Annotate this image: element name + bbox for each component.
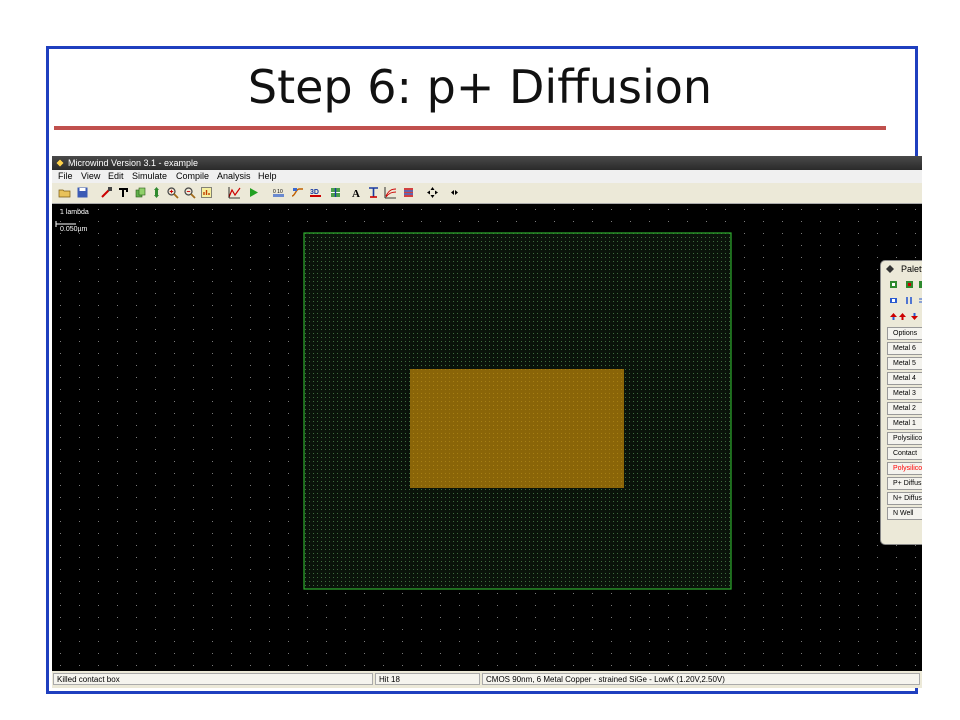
menu-simulate[interactable]: Simulate	[132, 170, 167, 183]
palette-layer-metal6[interactable]: Metal 6	[887, 342, 922, 355]
copy-icon[interactable]	[134, 186, 147, 199]
palette-up-icon[interactable]	[889, 312, 898, 321]
menu-compile[interactable]: Compile	[176, 170, 209, 183]
zoom-out-icon[interactable]	[183, 186, 196, 199]
draw-box-icon[interactable]	[100, 186, 113, 199]
3d-view-icon[interactable]: 3D	[309, 186, 322, 199]
palette-contact-icon[interactable]	[905, 280, 914, 289]
status-message: Killed contact box	[53, 673, 373, 685]
menu-analysis[interactable]: Analysis	[217, 170, 251, 183]
cross-section-icon[interactable]	[329, 186, 342, 199]
zoom-in-icon[interactable]	[166, 186, 179, 199]
palette-layer-options[interactable]: Options	[887, 327, 922, 340]
svg-text:A: A	[352, 188, 360, 199]
save-icon[interactable]	[76, 186, 89, 199]
p-diffusion-texture	[410, 369, 624, 488]
mos-characteristics-icon[interactable]	[384, 186, 397, 199]
menu-file[interactable]: File	[58, 170, 73, 183]
palette-wire-icon[interactable]	[918, 296, 922, 305]
palette-layer-metal5[interactable]: Metal 5	[887, 357, 922, 370]
scale-micron-label: 0.050µm	[60, 226, 88, 233]
palette-via-icon[interactable]	[918, 280, 922, 289]
palette-app-icon	[886, 265, 894, 273]
design-rule-check-icon[interactable]	[402, 186, 415, 199]
layout-canvas[interactable]: 1 lambda 0.050µm Palett Options Metal 6 …	[52, 204, 922, 671]
menu-view[interactable]: View	[81, 170, 100, 183]
palette-mos-icon[interactable]	[889, 280, 898, 289]
status-technology: CMOS 90nm, 6 Metal Copper - strained SiG…	[482, 673, 920, 685]
palette-layer-metal4[interactable]: Metal 4	[887, 372, 922, 385]
menu-edit[interactable]: Edit	[108, 170, 124, 183]
palette-header: Palett	[881, 261, 922, 277]
palette-layer-p-diffusion[interactable]: P+ Diffus	[887, 477, 922, 490]
view-all-icon[interactable]	[200, 186, 213, 199]
process-simulator-icon[interactable]	[291, 186, 304, 199]
palette-layer-polysilicon-selected[interactable]: Polysilico	[887, 462, 922, 475]
text-label-icon[interactable]: A	[350, 186, 363, 199]
compile-icon[interactable]: 0 10	[272, 186, 285, 199]
palette-layer-n-diffusion[interactable]: N+ Diffus	[887, 492, 922, 505]
menu-help[interactable]: Help	[258, 170, 277, 183]
palette-layer-contact[interactable]: Contact	[887, 447, 922, 460]
toolbar: 0 10 3D A	[52, 183, 922, 204]
layer-palette: Palett Options Metal 6 Metal 5 Metal 4 M…	[880, 260, 922, 545]
navigate-step-icon[interactable]	[448, 186, 461, 199]
microwind-app-icon	[55, 158, 65, 168]
title-underline	[54, 126, 886, 130]
run-simulation-icon[interactable]	[247, 186, 260, 199]
svg-text:3D: 3D	[310, 189, 319, 196]
move-icon[interactable]	[150, 186, 163, 199]
draw-line-icon[interactable]	[117, 186, 130, 199]
palette-title: Palett	[901, 264, 922, 274]
palette-pad-icon[interactable]	[889, 296, 898, 305]
palette-layer-metal1[interactable]: Metal 1	[887, 417, 922, 430]
navigate-arrows-icon[interactable]	[426, 186, 439, 199]
microwind-window: Microwind Version 3.1 - example File Vie…	[52, 156, 922, 688]
palette-layer-metal2[interactable]: Metal 2	[887, 402, 922, 415]
layout-drawing	[52, 204, 922, 671]
status-bar: Killed contact box Hit 18 CMOS 90nm, 6 M…	[52, 671, 922, 688]
status-hit-count: Hit 18	[375, 673, 480, 685]
scale-lambda-label: 1 lambda	[60, 209, 89, 216]
palette-updown-icon[interactable]	[898, 312, 907, 321]
palette-layer-polysilicon2[interactable]: Polysilico	[887, 432, 922, 445]
window-titlebar: Microwind Version 3.1 - example	[52, 156, 922, 170]
window-title: Microwind Version 3.1 - example	[68, 158, 199, 168]
palette-bus-icon[interactable]	[905, 296, 914, 305]
palette-down-icon[interactable]	[910, 312, 919, 321]
palette-layer-metal3[interactable]: Metal 3	[887, 387, 922, 400]
measure-icon[interactable]	[367, 186, 380, 199]
palette-layer-n-well[interactable]: N Well	[887, 507, 922, 520]
open-folder-icon[interactable]	[58, 186, 71, 199]
simulation-icon[interactable]	[228, 186, 241, 199]
menu-bar: File View Edit Simulate Compile Analysis…	[52, 170, 922, 183]
slide-title: Step 6: p+ Diffusion	[247, 60, 713, 114]
